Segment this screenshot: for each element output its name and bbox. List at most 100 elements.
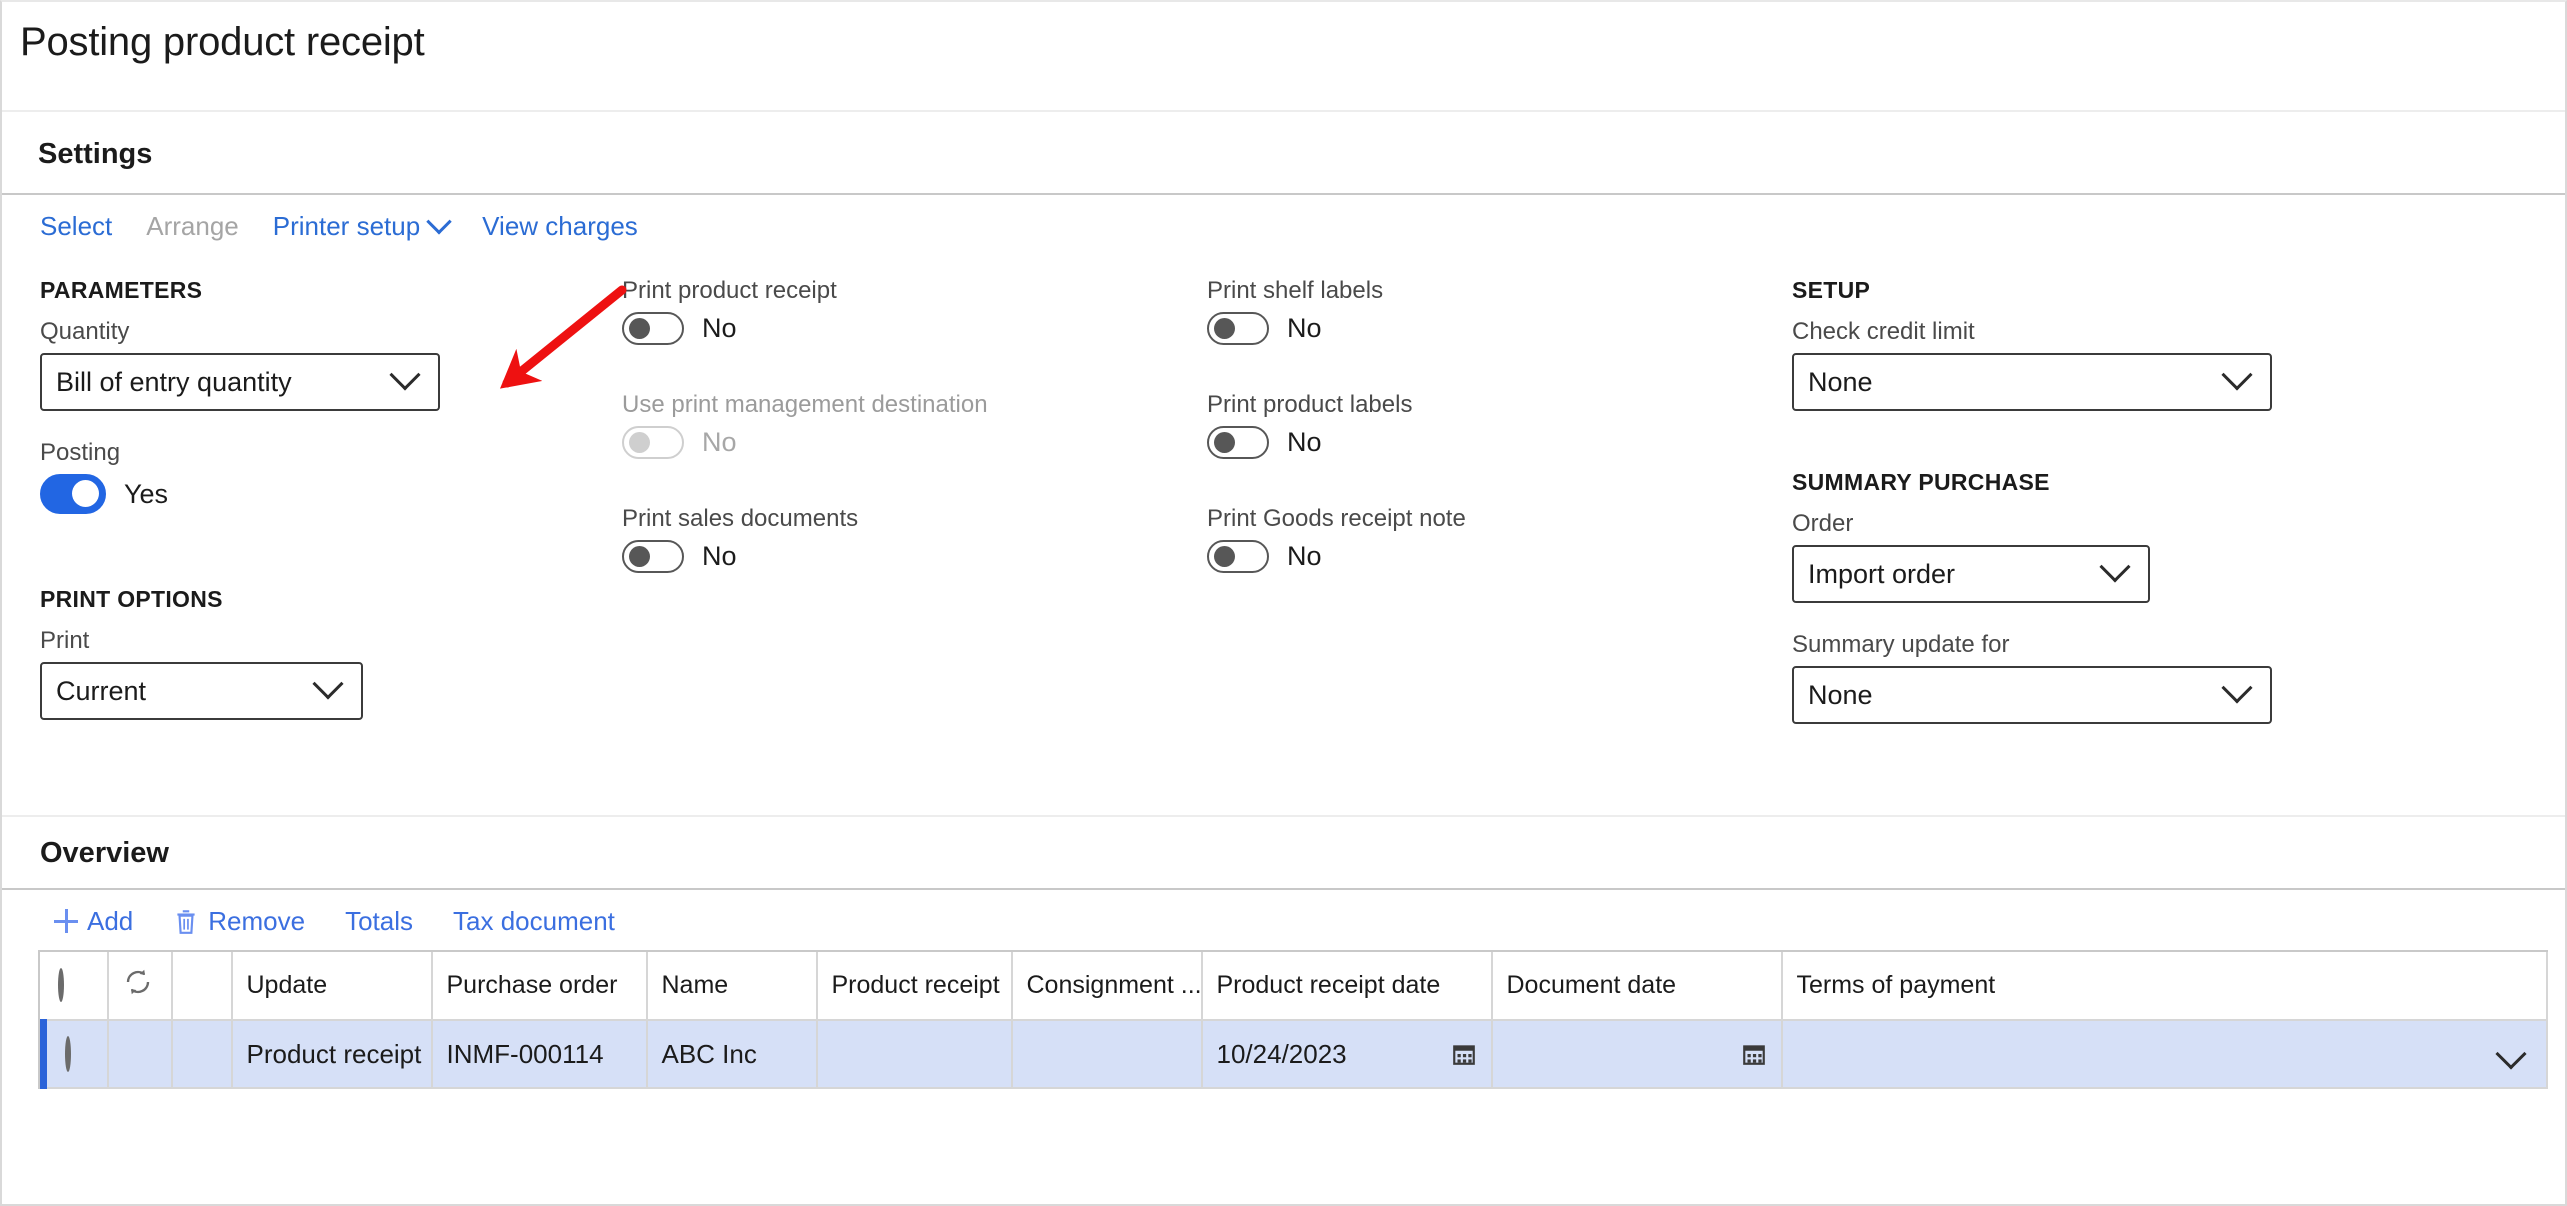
print-shelf-labels-toggle[interactable] bbox=[1207, 312, 1269, 345]
toolbar-view-charges-label: View charges bbox=[482, 210, 638, 241]
totals-button-label: Totals bbox=[345, 905, 414, 936]
print-toggles-column-3: Print shelf labels No Print product labe… bbox=[1207, 277, 1792, 815]
print-options-group-label: PRINT OPTIONS bbox=[40, 586, 223, 612]
chevron-down-icon bbox=[389, 359, 421, 391]
chevron-down-icon bbox=[2221, 672, 2253, 704]
print-product-receipt-label: Print product receipt bbox=[622, 277, 837, 304]
print-goods-receipt-note-toggle-row: No bbox=[1207, 540, 1792, 573]
col-header-product-receipt-date[interactable]: Product receipt date bbox=[1201, 952, 1493, 1021]
row-name-cell[interactable]: ABC Inc bbox=[646, 1020, 818, 1089]
use-print-management-destination-toggle-row: No bbox=[622, 426, 1207, 459]
print-product-receipt-value: No bbox=[702, 313, 737, 343]
col-header-document-date[interactable]: Document date bbox=[1491, 952, 1783, 1021]
settings-grid: PARAMETERS Quantity Bill of entry quanti… bbox=[2, 255, 2565, 815]
remove-button-label: Remove bbox=[208, 905, 306, 936]
order-select[interactable]: Import order bbox=[1792, 545, 2150, 603]
col-header-purchase-order[interactable]: Purchase order bbox=[431, 952, 648, 1021]
row-product-receipt-cell[interactable] bbox=[816, 1020, 1013, 1089]
table-row[interactable]: Product receipt INMF-000114 ABC Inc 10/2… bbox=[40, 1020, 2548, 1089]
add-button[interactable]: Add bbox=[54, 906, 133, 937]
select-all-radio-icon[interactable] bbox=[57, 968, 64, 1002]
toolbar-view-charges-button[interactable]: View charges bbox=[482, 211, 638, 242]
quantity-select[interactable]: Bill of entry quantity bbox=[40, 353, 440, 411]
print-toggles-column-2: Print product receipt No Use print manag… bbox=[622, 277, 1207, 815]
calendar-icon[interactable] bbox=[1451, 1041, 1477, 1067]
use-print-management-destination-label: Use print management destination bbox=[622, 391, 988, 418]
order-label: Order bbox=[1792, 510, 1854, 537]
tax-document-button-label: Tax document bbox=[453, 905, 615, 936]
refresh-header[interactable] bbox=[107, 952, 173, 1021]
col-header-product-receipt[interactable]: Product receipt bbox=[816, 952, 1013, 1021]
settings-heading: Settings bbox=[38, 138, 153, 170]
product-receipt-date-value: 10/24/2023 bbox=[1216, 1038, 1347, 1069]
print-product-receipt-toggle[interactable] bbox=[622, 312, 684, 345]
chevron-down-icon[interactable] bbox=[2495, 1038, 2527, 1070]
toolbar-select-button[interactable]: Select bbox=[40, 211, 112, 242]
toolbar-printer-setup-label: Printer setup bbox=[272, 210, 421, 241]
col-header-update[interactable]: Update bbox=[231, 952, 433, 1021]
toolbar-printer-setup-button[interactable]: Printer setup bbox=[272, 209, 452, 242]
posting-label: Posting bbox=[40, 439, 121, 466]
print-value: Current bbox=[56, 675, 147, 706]
check-credit-limit-select[interactable]: None bbox=[1792, 353, 2272, 411]
totals-button[interactable]: Totals bbox=[345, 906, 413, 937]
title-bar: Posting product receipt bbox=[2, 2, 2565, 110]
print-product-receipt-toggle-row: No bbox=[622, 312, 1207, 345]
order-value: Import order bbox=[1808, 558, 1956, 589]
row-consignment-cell[interactable] bbox=[1011, 1020, 1203, 1089]
chevron-down-icon bbox=[426, 209, 452, 235]
print-goods-receipt-note-toggle[interactable] bbox=[1207, 540, 1269, 573]
trash-icon bbox=[177, 910, 195, 934]
print-shelf-labels-label: Print shelf labels bbox=[1207, 277, 1384, 304]
refresh-icon[interactable] bbox=[123, 967, 153, 997]
row-spacer-cell bbox=[171, 1020, 233, 1089]
summary-update-for-select[interactable]: None bbox=[1792, 666, 2272, 724]
row-product-receipt-date-cell[interactable]: 10/24/2023 bbox=[1201, 1020, 1493, 1089]
print-sales-documents-toggle[interactable] bbox=[622, 540, 684, 573]
page-title: Posting product receipt bbox=[20, 20, 425, 64]
chevron-down-icon bbox=[2221, 359, 2253, 391]
print-product-labels-label: Print product labels bbox=[1207, 391, 1413, 418]
check-credit-limit-label: Check credit limit bbox=[1792, 318, 1975, 345]
row-purchase-order-cell[interactable]: INMF-000114 bbox=[431, 1020, 648, 1089]
row-terms-of-payment-cell[interactable] bbox=[1781, 1020, 2548, 1089]
toggle-knob bbox=[629, 318, 650, 339]
posting-toggle[interactable] bbox=[40, 474, 106, 514]
print-label: Print bbox=[40, 627, 90, 654]
row-select-cell[interactable] bbox=[40, 1020, 109, 1089]
quantity-value: Bill of entry quantity bbox=[56, 366, 292, 397]
row-document-date-cell[interactable] bbox=[1491, 1020, 1783, 1089]
tax-document-button[interactable]: Tax document bbox=[453, 906, 615, 937]
select-all-header[interactable] bbox=[43, 952, 109, 1021]
col-header-terms-of-payment[interactable]: Terms of payment bbox=[1781, 952, 2548, 1021]
settings-toolbar: Select Arrange Printer setup View charge… bbox=[2, 193, 2565, 255]
print-product-labels-toggle-row: No bbox=[1207, 426, 1792, 459]
row-select-radio-icon[interactable] bbox=[65, 1035, 71, 1072]
use-print-management-destination-toggle bbox=[622, 426, 684, 459]
remove-button[interactable]: Remove bbox=[173, 906, 305, 937]
print-product-labels-value: No bbox=[1287, 427, 1322, 457]
setup-group-label: SETUP bbox=[1792, 277, 1871, 303]
chevron-down-icon bbox=[312, 668, 344, 700]
print-select[interactable]: Current bbox=[40, 662, 363, 720]
use-print-management-destination-value: No bbox=[702, 427, 737, 457]
row-update-cell[interactable]: Product receipt bbox=[231, 1020, 433, 1089]
plus-icon bbox=[54, 909, 78, 933]
summary-purchase-group-label: SUMMARY PURCHASE bbox=[1792, 469, 2050, 495]
calendar-icon[interactable] bbox=[1741, 1041, 1767, 1067]
col-header-consignment[interactable]: Consignment ... bbox=[1011, 952, 1203, 1021]
print-sales-documents-label: Print sales documents bbox=[622, 505, 859, 532]
toggle-knob bbox=[72, 480, 99, 507]
toggle-knob bbox=[1214, 432, 1235, 453]
setup-column: SETUP Check credit limit None SUMMARY PU… bbox=[1792, 277, 2492, 815]
posting-product-receipt-dialog: Posting product receipt Settings Select … bbox=[0, 0, 2567, 1206]
parameters-group-label: PARAMETERS bbox=[40, 277, 203, 303]
overview-section: Overview Add Remove Totals Tax document … bbox=[2, 817, 2565, 1089]
toggle-knob bbox=[1214, 318, 1235, 339]
toolbar-select-label: Select bbox=[40, 210, 113, 241]
print-shelf-labels-toggle-row: No bbox=[1207, 312, 1792, 345]
posting-value: Yes bbox=[124, 478, 169, 509]
check-credit-limit-value: None bbox=[1808, 366, 1873, 397]
col-header-name[interactable]: Name bbox=[646, 952, 818, 1021]
print-product-labels-toggle[interactable] bbox=[1207, 426, 1269, 459]
